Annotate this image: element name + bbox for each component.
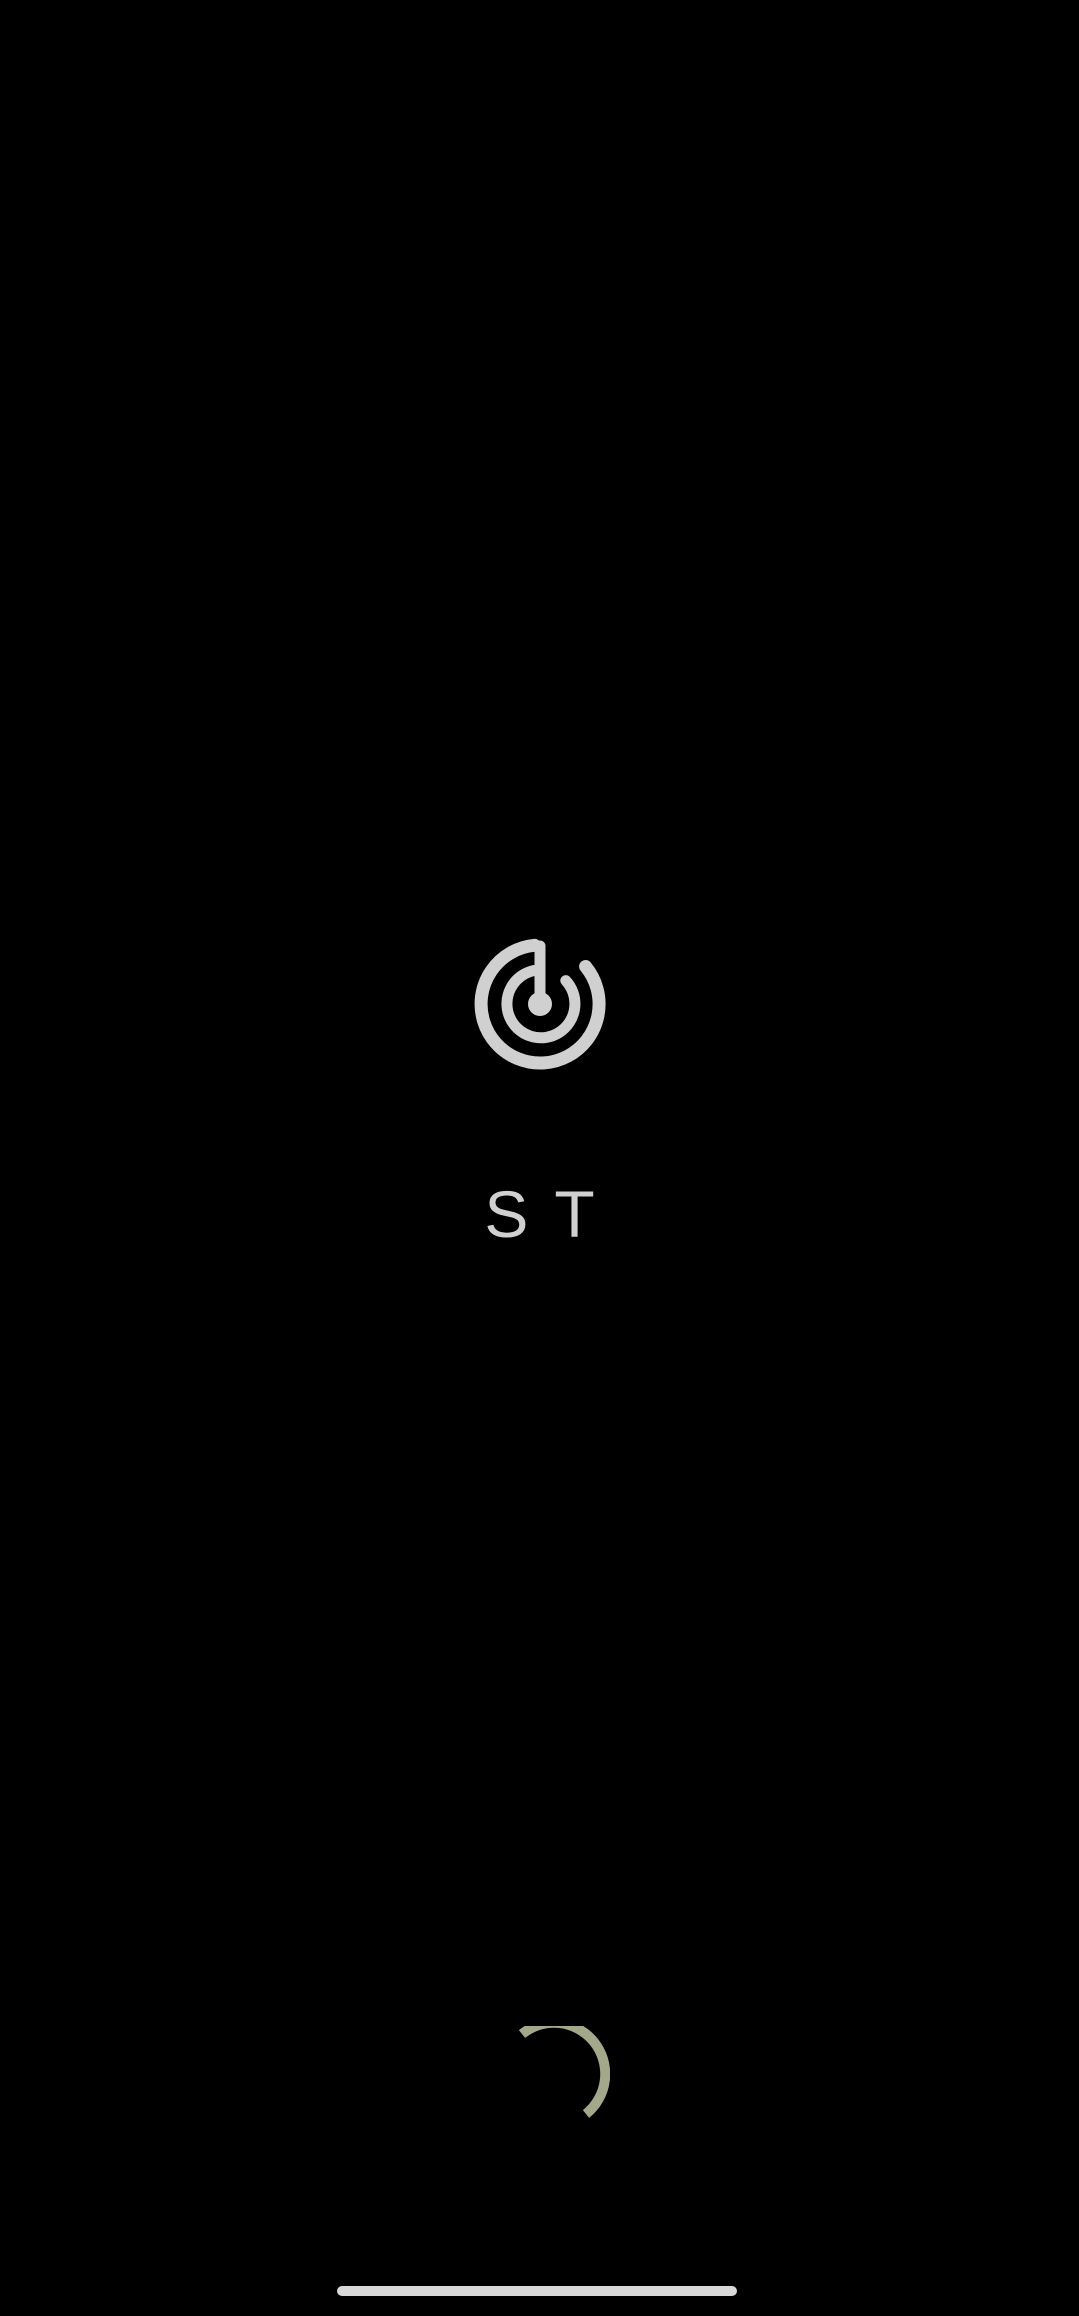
app-title: ST [484,1177,621,1251]
home-indicator[interactable] [337,2286,737,2296]
radar-power-logo-icon [474,938,606,1070]
loading-spinner-icon [518,2026,610,2118]
